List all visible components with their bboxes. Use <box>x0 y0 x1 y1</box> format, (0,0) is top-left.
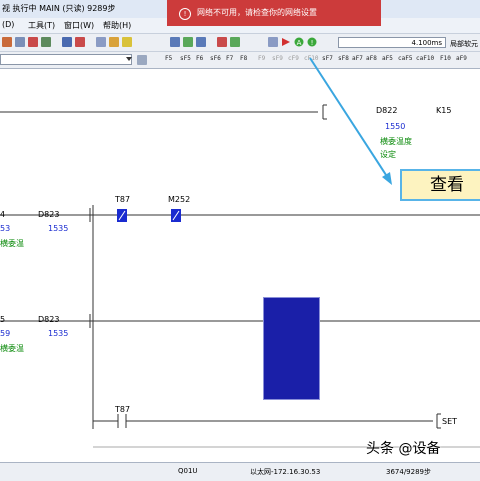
annotation-arrow <box>309 57 392 185</box>
status-connection: 以太网-172.16.30.53 <box>250 468 321 476</box>
status-cpu: Q01U <box>178 467 198 475</box>
status-steps: 3674/9289步 <box>386 468 431 476</box>
watermark: 头条 @设备 <box>366 441 441 457</box>
status-bar: Q01U 以太网-172.16.30.53 3674/9289步 <box>0 462 480 481</box>
callout-text: 查看 <box>430 175 464 195</box>
callout-box: 查看 <box>400 169 480 201</box>
